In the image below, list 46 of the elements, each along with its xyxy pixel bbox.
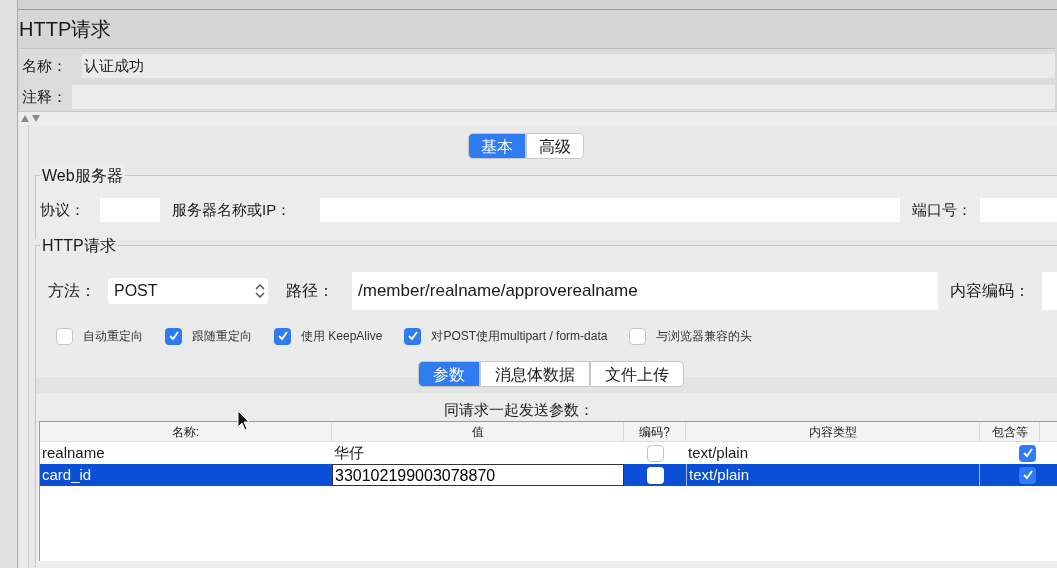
- panel-title: HTTP请求: [18, 17, 113, 42]
- checkbox[interactable]: [404, 327, 422, 345]
- field-label: 方法：: [47, 281, 97, 301]
- column-header[interactable]: 值: [332, 422, 624, 441]
- field-label: 端口号：: [911, 199, 973, 220]
- field-label: 注释：: [21, 86, 68, 107]
- column-header[interactable]: 编码?: [624, 422, 686, 441]
- tab[interactable]: 基本: [468, 133, 526, 159]
- column-header[interactable]: 内容类型: [686, 422, 980, 441]
- table-cell-text: 华仔: [333, 443, 365, 463]
- checkbox-label: 与浏览器兼容的头: [656, 328, 753, 345]
- name-field[interactable]: 认证成功: [82, 54, 1055, 78]
- collapse-up-icon[interactable]: [21, 115, 29, 122]
- field-label: 路径：: [285, 281, 335, 301]
- field-label: 协议：: [39, 199, 86, 220]
- checkbox[interactable]: [629, 327, 647, 345]
- tab[interactable]: 文件上传: [590, 361, 684, 387]
- checkbox[interactable]: [646, 466, 664, 484]
- checkbox[interactable]: [1019, 444, 1036, 462]
- column-header[interactable]: 包含等: [980, 422, 1040, 441]
- checkbox-label: 自动重定向: [83, 328, 143, 345]
- checkbox[interactable]: [274, 327, 291, 345]
- cell-editor[interactable]: 330102199003078870: [332, 464, 624, 486]
- tab[interactable]: 高级: [526, 133, 584, 159]
- tab[interactable]: 消息体数据: [480, 361, 590, 387]
- table-cell-text: text/plain: [687, 443, 750, 463]
- tab[interactable]: 参数: [418, 361, 480, 387]
- table-cell-text: realname: [41, 443, 106, 463]
- table-cell-text: card_id: [41, 465, 93, 485]
- checkbox-label: 对POST使用multipart / form-data: [431, 328, 608, 345]
- checkbox[interactable]: [56, 327, 73, 345]
- stepper-icon: [255, 283, 265, 299]
- checkbox-label: 使用 KeepAlive: [301, 328, 383, 345]
- checkbox[interactable]: [165, 327, 182, 345]
- field-label: 服务器名称或IP：: [171, 199, 293, 220]
- path-field[interactable]: /member/realname/approverealname: [352, 272, 938, 310]
- checkbox-label: 跟随重定向: [192, 328, 252, 345]
- collapse-down-icon[interactable]: [32, 115, 40, 122]
- table-cell: text/plain: [686, 464, 980, 486]
- field-label: 内容编码：: [949, 281, 1031, 301]
- table-row[interactable]: card_id 330102199003078870 text/plain: [40, 464, 1057, 486]
- params-caption: 同请求一起发送参数：: [443, 400, 595, 420]
- checkbox[interactable]: [1019, 466, 1036, 484]
- method-select[interactable]: POST: [108, 278, 268, 304]
- checkbox[interactable]: [646, 444, 664, 462]
- field-label: 名称：: [21, 55, 68, 76]
